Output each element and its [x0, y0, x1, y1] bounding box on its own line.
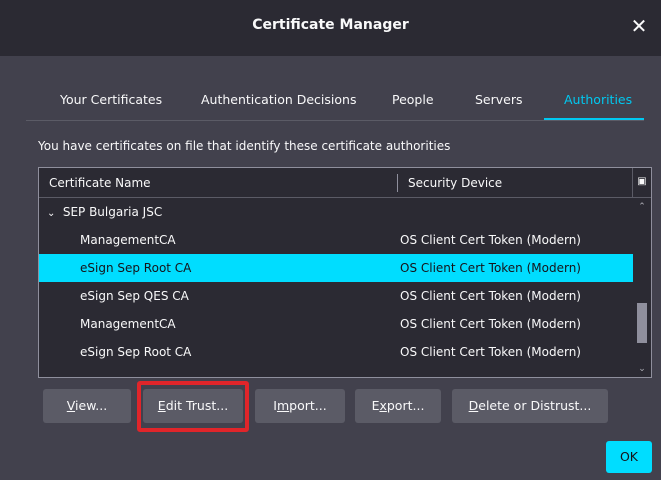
ok-button[interactable]: OK: [606, 441, 652, 473]
row-certificate-name: eSign Sep Root CA: [80, 345, 192, 359]
import-button[interactable]: Import...: [255, 389, 345, 423]
active-tab-indicator: [544, 118, 644, 120]
row-security-device: OS Client Cert Token (Modern): [400, 261, 581, 275]
tab-your-certificates[interactable]: Your Certificates: [60, 86, 162, 120]
row-certificate-name: ManagementCA: [80, 233, 176, 247]
scrollbar-thumb[interactable]: [637, 303, 647, 343]
row-certificate-name: eSign Sep QES CA: [80, 289, 189, 303]
row-security-device: OS Client Cert Token (Modern): [400, 317, 581, 331]
certificate-tree[interactable]: Certificate Name Security Device ▣ ⌄ SEP…: [38, 167, 652, 378]
scroll-up-icon[interactable]: ⌃: [633, 200, 651, 214]
delete-label: elete or Distrust...: [478, 398, 592, 413]
dialog-title: Certificate Manager: [252, 17, 409, 33]
certificate-manager-dialog: Certificate Manager ✕ Your Certificates …: [0, 0, 661, 480]
close-button[interactable]: ✕: [625, 12, 653, 40]
export-label: port...: [386, 398, 425, 413]
tab-authorities[interactable]: Authorities: [564, 86, 632, 120]
table-row[interactable]: eSign Sep Root CA OS Client Cert Token (…: [39, 338, 633, 366]
close-icon: ✕: [630, 14, 648, 38]
view-accesskey: V: [66, 398, 76, 413]
column-picker-icon: ▣: [637, 176, 647, 187]
delete-accesskey: D: [468, 398, 479, 413]
tab-authentication-decisions[interactable]: Authentication Decisions: [201, 86, 356, 120]
export-accesskey: x: [379, 398, 387, 413]
row-security-device: OS Client Cert Token (Modern): [400, 289, 581, 303]
column-certificate-name[interactable]: Certificate Name: [49, 176, 151, 190]
tree-header: Certificate Name Security Device ▣: [39, 168, 651, 198]
column-security-device[interactable]: Security Device: [408, 176, 502, 190]
authorities-description: You have certificates on file that ident…: [38, 139, 451, 153]
tree-scrollbar[interactable]: ⌃ ⌄: [633, 198, 651, 377]
table-row[interactable]: eSign Sep QES CA OS Client Cert Token (M…: [39, 282, 633, 310]
tab-servers[interactable]: Servers: [475, 86, 523, 120]
column-separator[interactable]: [397, 174, 398, 192]
table-row[interactable]: ManagementCA OS Client Cert Token (Moder…: [39, 310, 633, 338]
export-button[interactable]: Export...: [355, 389, 441, 423]
view-button[interactable]: View...: [43, 389, 131, 423]
scroll-down-icon[interactable]: ⌄: [633, 362, 651, 376]
table-row-selected[interactable]: eSign Sep Root CA OS Client Cert Token (…: [39, 254, 633, 282]
row-certificate-name: eSign Sep Root CA: [80, 261, 192, 275]
edit-trust-highlight: [137, 381, 249, 432]
tabs-divider: [26, 120, 644, 121]
title-bar: Certificate Manager ✕: [0, 0, 661, 56]
table-row[interactable]: ManagementCA OS Client Cert Token (Moder…: [39, 226, 633, 254]
import-accesskey: m: [276, 398, 290, 413]
view-label: iew...: [75, 398, 108, 413]
row-certificate-name: ManagementCA: [80, 317, 176, 331]
tree-group-row[interactable]: ⌄ SEP Bulgaria JSC: [39, 198, 633, 226]
chevron-down-icon[interactable]: ⌄: [47, 200, 59, 228]
tab-people[interactable]: People: [392, 86, 434, 120]
row-security-device: OS Client Cert Token (Modern): [400, 345, 581, 359]
group-label-wrap: ⌄ SEP Bulgaria JSC: [47, 198, 162, 228]
delete-or-distrust-button[interactable]: Delete or Distrust...: [452, 389, 608, 423]
group-label: SEP Bulgaria JSC: [62, 205, 163, 219]
column-picker-button[interactable]: ▣: [632, 168, 651, 197]
row-security-device: OS Client Cert Token (Modern): [400, 233, 581, 247]
tab-bar: Your Certificates Authentication Decisio…: [46, 86, 646, 120]
import-label: port...: [289, 398, 327, 413]
